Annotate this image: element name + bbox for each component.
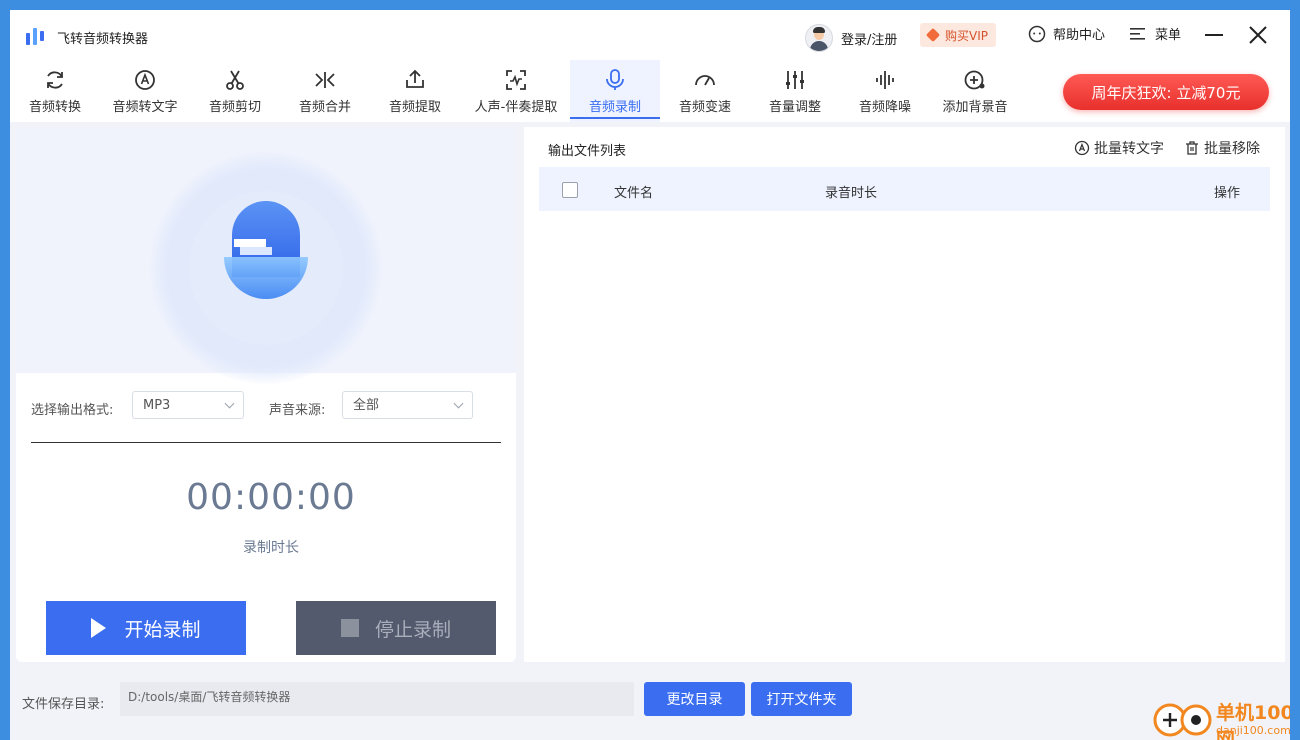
start-record-button[interactable]: 开始录制 [46, 601, 246, 655]
output-table-header: 文件名 录音时长 操作 [539, 167, 1270, 211]
play-icon [91, 618, 107, 638]
batch-to-text-label: 批量转文字 [1094, 141, 1164, 157]
stop-icon [340, 619, 359, 637]
record-timer: 00:00:00 [186, 477, 356, 518]
tab-label: 音频录制 [588, 100, 641, 115]
menu-icon [1130, 27, 1145, 40]
tab-audio-speed[interactable]: 音频变速 [668, 60, 742, 122]
login-button[interactable]: 登录/注册 [805, 24, 897, 52]
audio-to-text-icon [1074, 140, 1090, 156]
column-duration: 录音时长 [825, 186, 878, 201]
volume-sliders-icon [786, 71, 804, 89]
help-label: 帮助中心 [1053, 28, 1106, 43]
tab-audio-convert[interactable]: 音频转换 [18, 60, 92, 122]
record-panel: 选择输出格式: MP3 声音来源: 全部 00:00:00 录制时长 开始录制 … [16, 127, 516, 662]
merge-icon [315, 72, 335, 88]
format-value: MP3 [143, 398, 171, 413]
save-dir-path: D:/tools/桌面/飞转音频转换器 [120, 682, 634, 716]
record-mic-icon [606, 69, 624, 90]
menu-label: 菜单 [1155, 28, 1182, 43]
buy-vip-button[interactable]: 购买VIP [920, 23, 996, 47]
app-logo-icon [26, 28, 44, 45]
timer-label: 录制时长 [243, 540, 299, 556]
column-actions: 操作 [1214, 186, 1241, 201]
tab-label: 音量调整 [768, 100, 821, 115]
output-file-panel: 输出文件列表 批量转文字 批量移除 文件名 录音时长 操作 [524, 127, 1285, 662]
speedometer-icon [695, 75, 715, 86]
batch-to-text-button[interactable]: 批量转文字 [1074, 138, 1164, 158]
add-music-icon [964, 70, 985, 90]
title-bar: 飞转音频转换器 登录/注册 购买VIP 帮助中心 菜单 [10, 10, 1290, 60]
mic-illustration-area [16, 127, 516, 384]
stop-record-label: 停止录制 [374, 618, 451, 641]
tab-audio-extract[interactable]: 音频提取 [378, 60, 452, 122]
divider [31, 442, 501, 443]
promo-banner[interactable]: 周年庆狂欢: 立减70元 [1063, 74, 1269, 110]
source-label: 声音来源: [269, 403, 326, 418]
tab-label: 音频剪切 [208, 100, 261, 115]
stop-record-button[interactable]: 停止录制 [296, 601, 496, 655]
tab-label: 添加背景音 [942, 100, 1008, 115]
output-list-title: 输出文件列表 [548, 144, 627, 159]
tab-label: 音频转文字 [112, 100, 178, 115]
batch-remove-label: 批量移除 [1204, 141, 1260, 157]
tab-vocal-separation[interactable]: 人声-伴奏提取 [466, 60, 566, 122]
tab-volume-adjust[interactable]: 音量调整 [758, 60, 832, 122]
tab-label: 音频合并 [298, 100, 351, 115]
watermark-logo-icon [1153, 703, 1212, 737]
login-label: 登录/注册 [841, 32, 898, 48]
app-window: 飞转音频转换器 登录/注册 购买VIP 帮助中心 菜单 音频转换 音频转文字 音… [10, 10, 1290, 740]
tab-audio-record[interactable]: 音频录制 [570, 60, 660, 122]
start-record-label: 开始录制 [124, 618, 201, 641]
vip-label: 购买VIP [945, 28, 988, 43]
vocal-separation-icon [506, 70, 526, 90]
audio-to-text-icon [135, 70, 155, 90]
minimize-icon[interactable] [1203, 24, 1225, 46]
tab-noise-reduction[interactable]: 音频降噪 [848, 60, 922, 122]
format-label: 选择输出格式: [31, 403, 114, 418]
trash-icon [1186, 141, 1198, 155]
chevron-down-icon [224, 398, 235, 409]
tab-audio-cut[interactable]: 音频剪切 [198, 60, 272, 122]
select-all-checkbox[interactable] [562, 182, 578, 198]
watermark: 单机100网 danji100.com [1152, 696, 1290, 740]
extract-icon [406, 69, 424, 88]
chevron-down-icon [453, 398, 464, 409]
tab-add-background-music[interactable]: 添加背景音 [932, 60, 1018, 122]
refresh-icon [47, 71, 63, 89]
tab-label: 音频提取 [388, 100, 441, 115]
microphone-icon [224, 201, 308, 299]
column-filename: 文件名 [614, 186, 654, 201]
tab-label: 音频转换 [28, 100, 81, 115]
avatar [805, 24, 833, 52]
format-select[interactable]: MP3 [132, 391, 244, 419]
menu-button[interactable]: 菜单 [1130, 24, 1181, 43]
save-dir-label: 文件保存目录: [22, 697, 105, 712]
waveform-icon [876, 71, 894, 89]
change-dir-button[interactable]: 更改目录 [644, 682, 745, 716]
batch-remove-button[interactable]: 批量移除 [1184, 138, 1260, 158]
watermark-url: danji100.com [1216, 724, 1290, 737]
record-options: 选择输出格式: MP3 声音来源: 全部 [16, 391, 516, 423]
open-folder-button[interactable]: 打开文件夹 [751, 682, 852, 716]
tab-label: 音频降噪 [858, 100, 911, 115]
app-title: 飞转音频转换器 [57, 32, 149, 47]
tab-label: 音频变速 [678, 100, 731, 115]
scissors-icon [226, 70, 244, 90]
source-select[interactable]: 全部 [342, 391, 473, 419]
tab-audio-to-text[interactable]: 音频转文字 [102, 60, 188, 122]
close-icon[interactable] [1247, 24, 1269, 46]
tab-label: 人声-伴奏提取 [474, 100, 558, 115]
help-chat-icon [1028, 25, 1046, 42]
source-value: 全部 [353, 398, 380, 413]
diamond-icon [925, 27, 941, 43]
help-center-button[interactable]: 帮助中心 [1028, 24, 1105, 43]
tab-audio-merge[interactable]: 音频合并 [288, 60, 362, 122]
